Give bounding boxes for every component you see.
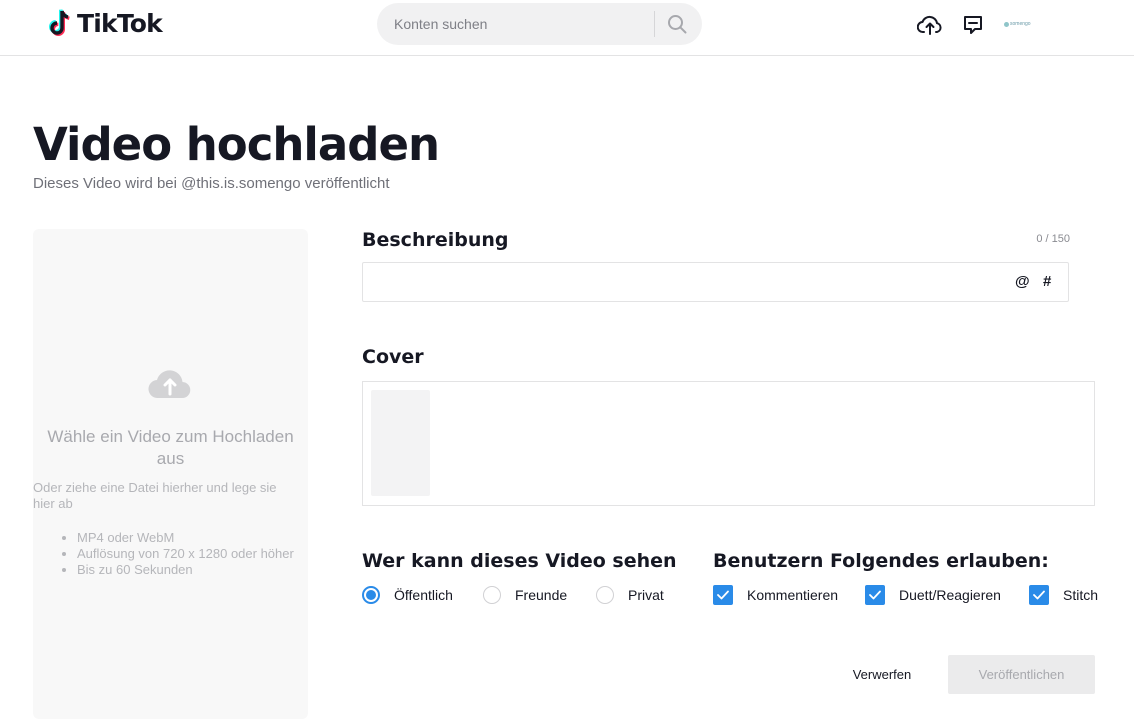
permissions-label: Benutzern Folgendes erlauben:	[713, 550, 1049, 572]
description-label: Beschreibung	[362, 229, 509, 251]
permission-option-comments[interactable]: Kommentieren	[713, 584, 838, 606]
checkbox-duet[interactable]	[865, 585, 885, 605]
description-input[interactable]	[373, 272, 1007, 294]
checkmark-icon	[869, 590, 881, 600]
video-dropzone[interactable]: Wähle ein Video zum Hochladen aus Oder z…	[33, 229, 308, 719]
avatar-logo-icon	[1004, 21, 1009, 27]
visibility-option-label: Freunde	[515, 587, 568, 603]
cover-thumbnail[interactable]	[371, 390, 430, 496]
permission-option-duet[interactable]: Duett/Reagieren	[865, 584, 1001, 606]
search-bar	[377, 3, 702, 45]
radio-friends[interactable]	[483, 586, 501, 604]
permission-option-label: Stitch	[1063, 587, 1099, 603]
visibility-option-friends[interactable]: Freunde	[483, 584, 567, 606]
requirements-list: MP4 oder WebM Auflösung von 720 x 1280 o…	[33, 530, 294, 578]
requirement-resolution: Auflösung von 720 x 1280 oder höher	[77, 546, 294, 562]
upload-cloud-icon	[917, 15, 942, 35]
visibility-option-private[interactable]: Privat	[596, 584, 664, 606]
checkbox-stitch[interactable]	[1029, 585, 1049, 605]
page-subtitle: Dieses Video wird bei @this.is.somengo v…	[33, 175, 390, 192]
avatar[interactable]: somengo	[1004, 14, 1042, 34]
publish-button[interactable]: Veröffentlichen	[948, 655, 1095, 694]
visibility-label: Wer kann dieses Video sehen	[362, 550, 677, 572]
cover-selector[interactable]	[362, 381, 1095, 506]
cover-label: Cover	[362, 346, 424, 368]
tiktok-note-icon	[49, 9, 70, 36]
permission-option-stitch[interactable]: Stitch	[1029, 584, 1098, 606]
search-icon	[668, 15, 687, 34]
avatar-text: somengo	[1010, 21, 1031, 27]
mention-button[interactable]: @	[1015, 273, 1030, 290]
inbox-button[interactable]	[960, 12, 986, 38]
requirement-format: MP4 oder WebM	[77, 530, 294, 546]
upload-button[interactable]	[917, 12, 943, 38]
visibility-option-label: Privat	[628, 587, 664, 603]
search-button[interactable]	[655, 3, 699, 45]
checkmark-icon	[717, 590, 729, 600]
permission-option-label: Kommentieren	[747, 587, 839, 603]
permission-option-label: Duett/Reagieren	[899, 587, 1001, 603]
radio-public[interactable]	[362, 586, 380, 604]
checkmark-icon	[1033, 590, 1045, 600]
logo-text: TikTok	[77, 8, 163, 38]
visibility-option-public[interactable]: Öffentlich	[362, 584, 453, 606]
top-navbar: TikTok somengo	[0, 0, 1134, 56]
char-counter: 0 / 150	[1036, 233, 1070, 245]
visibility-option-label: Öffentlich	[394, 587, 453, 603]
requirement-duration: Bis zu 60 Sekunden	[77, 562, 294, 578]
page-title: Video hochladen	[33, 118, 440, 171]
tiktok-logo[interactable]: TikTok	[48, 8, 163, 38]
search-input[interactable]	[392, 15, 646, 33]
discard-button[interactable]: Verwerfen	[836, 655, 928, 694]
hashtag-button[interactable]: #	[1043, 273, 1051, 290]
radio-dot	[366, 590, 376, 600]
description-field: @ #	[362, 262, 1069, 302]
dropzone-title: Wähle ein Video zum Hochladen aus	[47, 427, 294, 468]
checkbox-comments[interactable]	[713, 585, 733, 605]
inbox-icon	[964, 16, 982, 34]
radio-private[interactable]	[596, 586, 614, 604]
dropzone-hint: Oder ziehe eine Datei hierher und lege s…	[33, 480, 277, 511]
cloud-upload-icon	[148, 370, 191, 399]
